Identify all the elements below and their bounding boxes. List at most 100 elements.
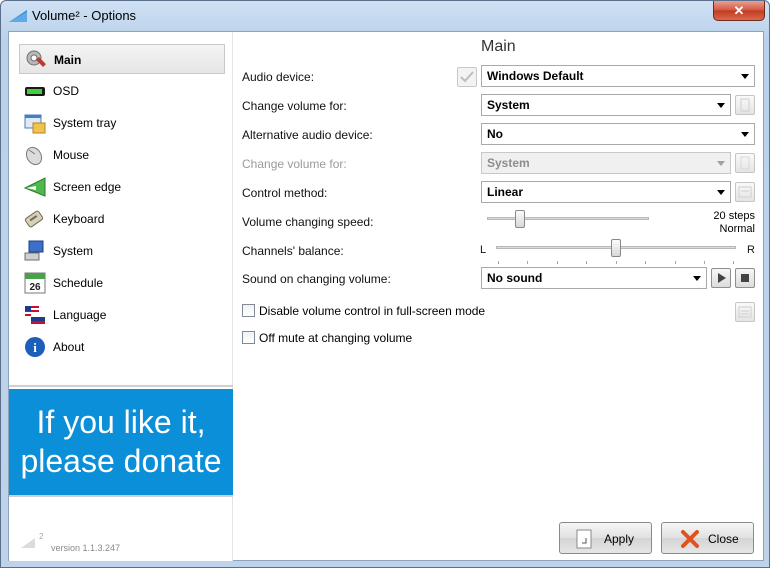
off-mute-checkbox[interactable] <box>242 331 255 344</box>
info-glyph: i <box>33 340 37 355</box>
sidebar-item-system-tray[interactable]: System tray <box>19 108 225 138</box>
change-volume-for-value: System <box>487 98 530 112</box>
apply-button[interactable]: Apply <box>559 522 652 554</box>
settings-icon <box>738 186 752 198</box>
change-volume-for-select[interactable]: System <box>481 94 731 116</box>
window-title: Volume² - Options <box>32 8 137 23</box>
logo-superscript: 2 <box>39 532 43 541</box>
slider-tick <box>586 261 587 264</box>
document-icon <box>740 156 750 170</box>
disable-fullscreen-label[interactable]: Disable volume control in full-screen mo… <box>259 304 485 318</box>
chevron-down-icon <box>717 161 725 166</box>
alt-change-volume-for-select[interactable]: System <box>481 152 731 174</box>
system-computer-icon <box>24 240 44 261</box>
info-icon: i <box>25 337 45 357</box>
sidebar-item-label: Mouse <box>53 148 90 162</box>
page-title: Main <box>481 38 516 55</box>
sidebar-item-label: Screen edge <box>53 180 122 194</box>
chevron-down-icon <box>741 74 749 79</box>
alt-audio-device-label: Alternative audio device: <box>242 128 373 142</box>
audio-device-label: Audio device: <box>242 70 315 84</box>
control-method-label: Control method: <box>242 186 328 200</box>
sidebar-item-label: Schedule <box>53 276 104 290</box>
sidebar-item-main[interactable]: Main <box>19 44 225 74</box>
volume-speed-label: Volume changing speed: <box>242 215 374 229</box>
chevron-down-icon <box>717 190 725 195</box>
title-bar[interactable]: Volume² - Options ✕ <box>1 1 769 31</box>
control-method-select[interactable]: Linear <box>481 181 731 203</box>
slider-tick <box>645 261 646 264</box>
sidebar-item-label: System tray <box>53 116 117 130</box>
sound-on-change-select[interactable]: No sound <box>481 267 707 289</box>
volume-speed-mode: Normal <box>719 223 755 235</box>
options-window: Volume² - Options ✕ Main OSD System tray… <box>0 0 770 568</box>
volume-logo-icon: 2 <box>21 532 43 548</box>
keyboard-icon <box>24 210 44 228</box>
close-button[interactable]: Close <box>661 522 754 554</box>
balance-left-label: L <box>480 244 487 256</box>
stop-sound-button[interactable] <box>735 268 755 288</box>
sound-on-change-label: Sound on changing volume: <box>242 272 391 286</box>
version-label: version 1.1.3.247 <box>51 543 121 553</box>
alt-change-volume-for-options-button[interactable] <box>735 153 755 173</box>
sidebar-item-label: Keyboard <box>53 212 105 226</box>
balance-right-label: R <box>747 244 755 256</box>
slider-track <box>487 217 649 220</box>
screen-edge-icon <box>24 177 46 197</box>
apply-label: Apply <box>604 532 635 546</box>
slider-thumb[interactable] <box>611 239 621 257</box>
fullscreen-exceptions-button[interactable] <box>735 302 755 322</box>
apply-device-button[interactable] <box>457 67 477 87</box>
sidebar-item-schedule[interactable]: 26 Schedule <box>19 268 225 298</box>
divider <box>9 385 233 387</box>
sidebar-item-mouse[interactable]: Mouse <box>19 140 225 170</box>
donate-banner[interactable]: If you like it, please donate <box>9 389 233 495</box>
chevron-down-icon <box>693 276 701 281</box>
calendar-day-number: 26 <box>29 282 41 293</box>
mouse-icon <box>25 146 43 166</box>
play-sound-button[interactable] <box>711 268 731 288</box>
control-method-value: Linear <box>487 185 524 199</box>
client-area: Main OSD System tray Mouse Screen edge K… <box>8 31 764 561</box>
alt-audio-device-select[interactable]: No <box>481 123 755 145</box>
change-volume-for-options-button[interactable] <box>735 95 755 115</box>
apply-document-icon <box>576 529 592 549</box>
document-icon <box>740 98 750 112</box>
disable-fullscreen-checkbox[interactable] <box>242 304 255 317</box>
divider <box>9 495 233 497</box>
volume-app-icon <box>9 10 27 22</box>
audio-device-select[interactable]: Windows Default <box>481 65 755 87</box>
window-close-button[interactable]: ✕ <box>713 1 765 21</box>
alt-change-volume-for-value: System <box>487 156 530 170</box>
slider-tick <box>557 261 558 264</box>
flags-icon <box>25 306 45 324</box>
slider-tick <box>498 261 499 264</box>
off-mute-label[interactable]: Off mute at changing volume <box>259 331 412 345</box>
sidebar-item-label: Language <box>53 308 107 322</box>
slider-thumb[interactable] <box>515 210 525 228</box>
sidebar-item-label: System <box>53 244 94 258</box>
alt-audio-device-value: No <box>487 127 503 141</box>
sidebar-item-label: OSD <box>53 84 80 98</box>
checkmark-icon <box>460 71 474 83</box>
change-volume-for-label: Change volume for: <box>242 99 347 113</box>
sidebar-item-label: Main <box>54 53 82 67</box>
play-icon <box>718 273 726 283</box>
donate-line2: please donate <box>20 443 222 479</box>
stop-icon <box>741 274 749 282</box>
close-icon <box>681 530 699 548</box>
sidebar-item-about[interactable]: i About <box>19 332 225 362</box>
sidebar-item-keyboard[interactable]: Keyboard <box>19 204 225 234</box>
calendar-icon: 26 <box>24 272 46 294</box>
sidebar-item-system[interactable]: System <box>19 236 225 266</box>
control-method-options-button[interactable] <box>735 182 755 202</box>
sidebar-item-screen-edge[interactable]: Screen edge <box>19 172 225 202</box>
chevron-down-icon <box>717 103 725 108</box>
slider-tick <box>704 261 705 264</box>
alt-change-volume-for-label: Change volume for: <box>242 157 347 171</box>
donate-line1: If you like it, <box>36 404 206 440</box>
close-label: Close <box>708 532 739 546</box>
slider-tick <box>733 261 734 264</box>
sidebar-item-osd[interactable]: OSD <box>19 76 225 106</box>
sidebar-item-language[interactable]: Language <box>19 300 225 330</box>
